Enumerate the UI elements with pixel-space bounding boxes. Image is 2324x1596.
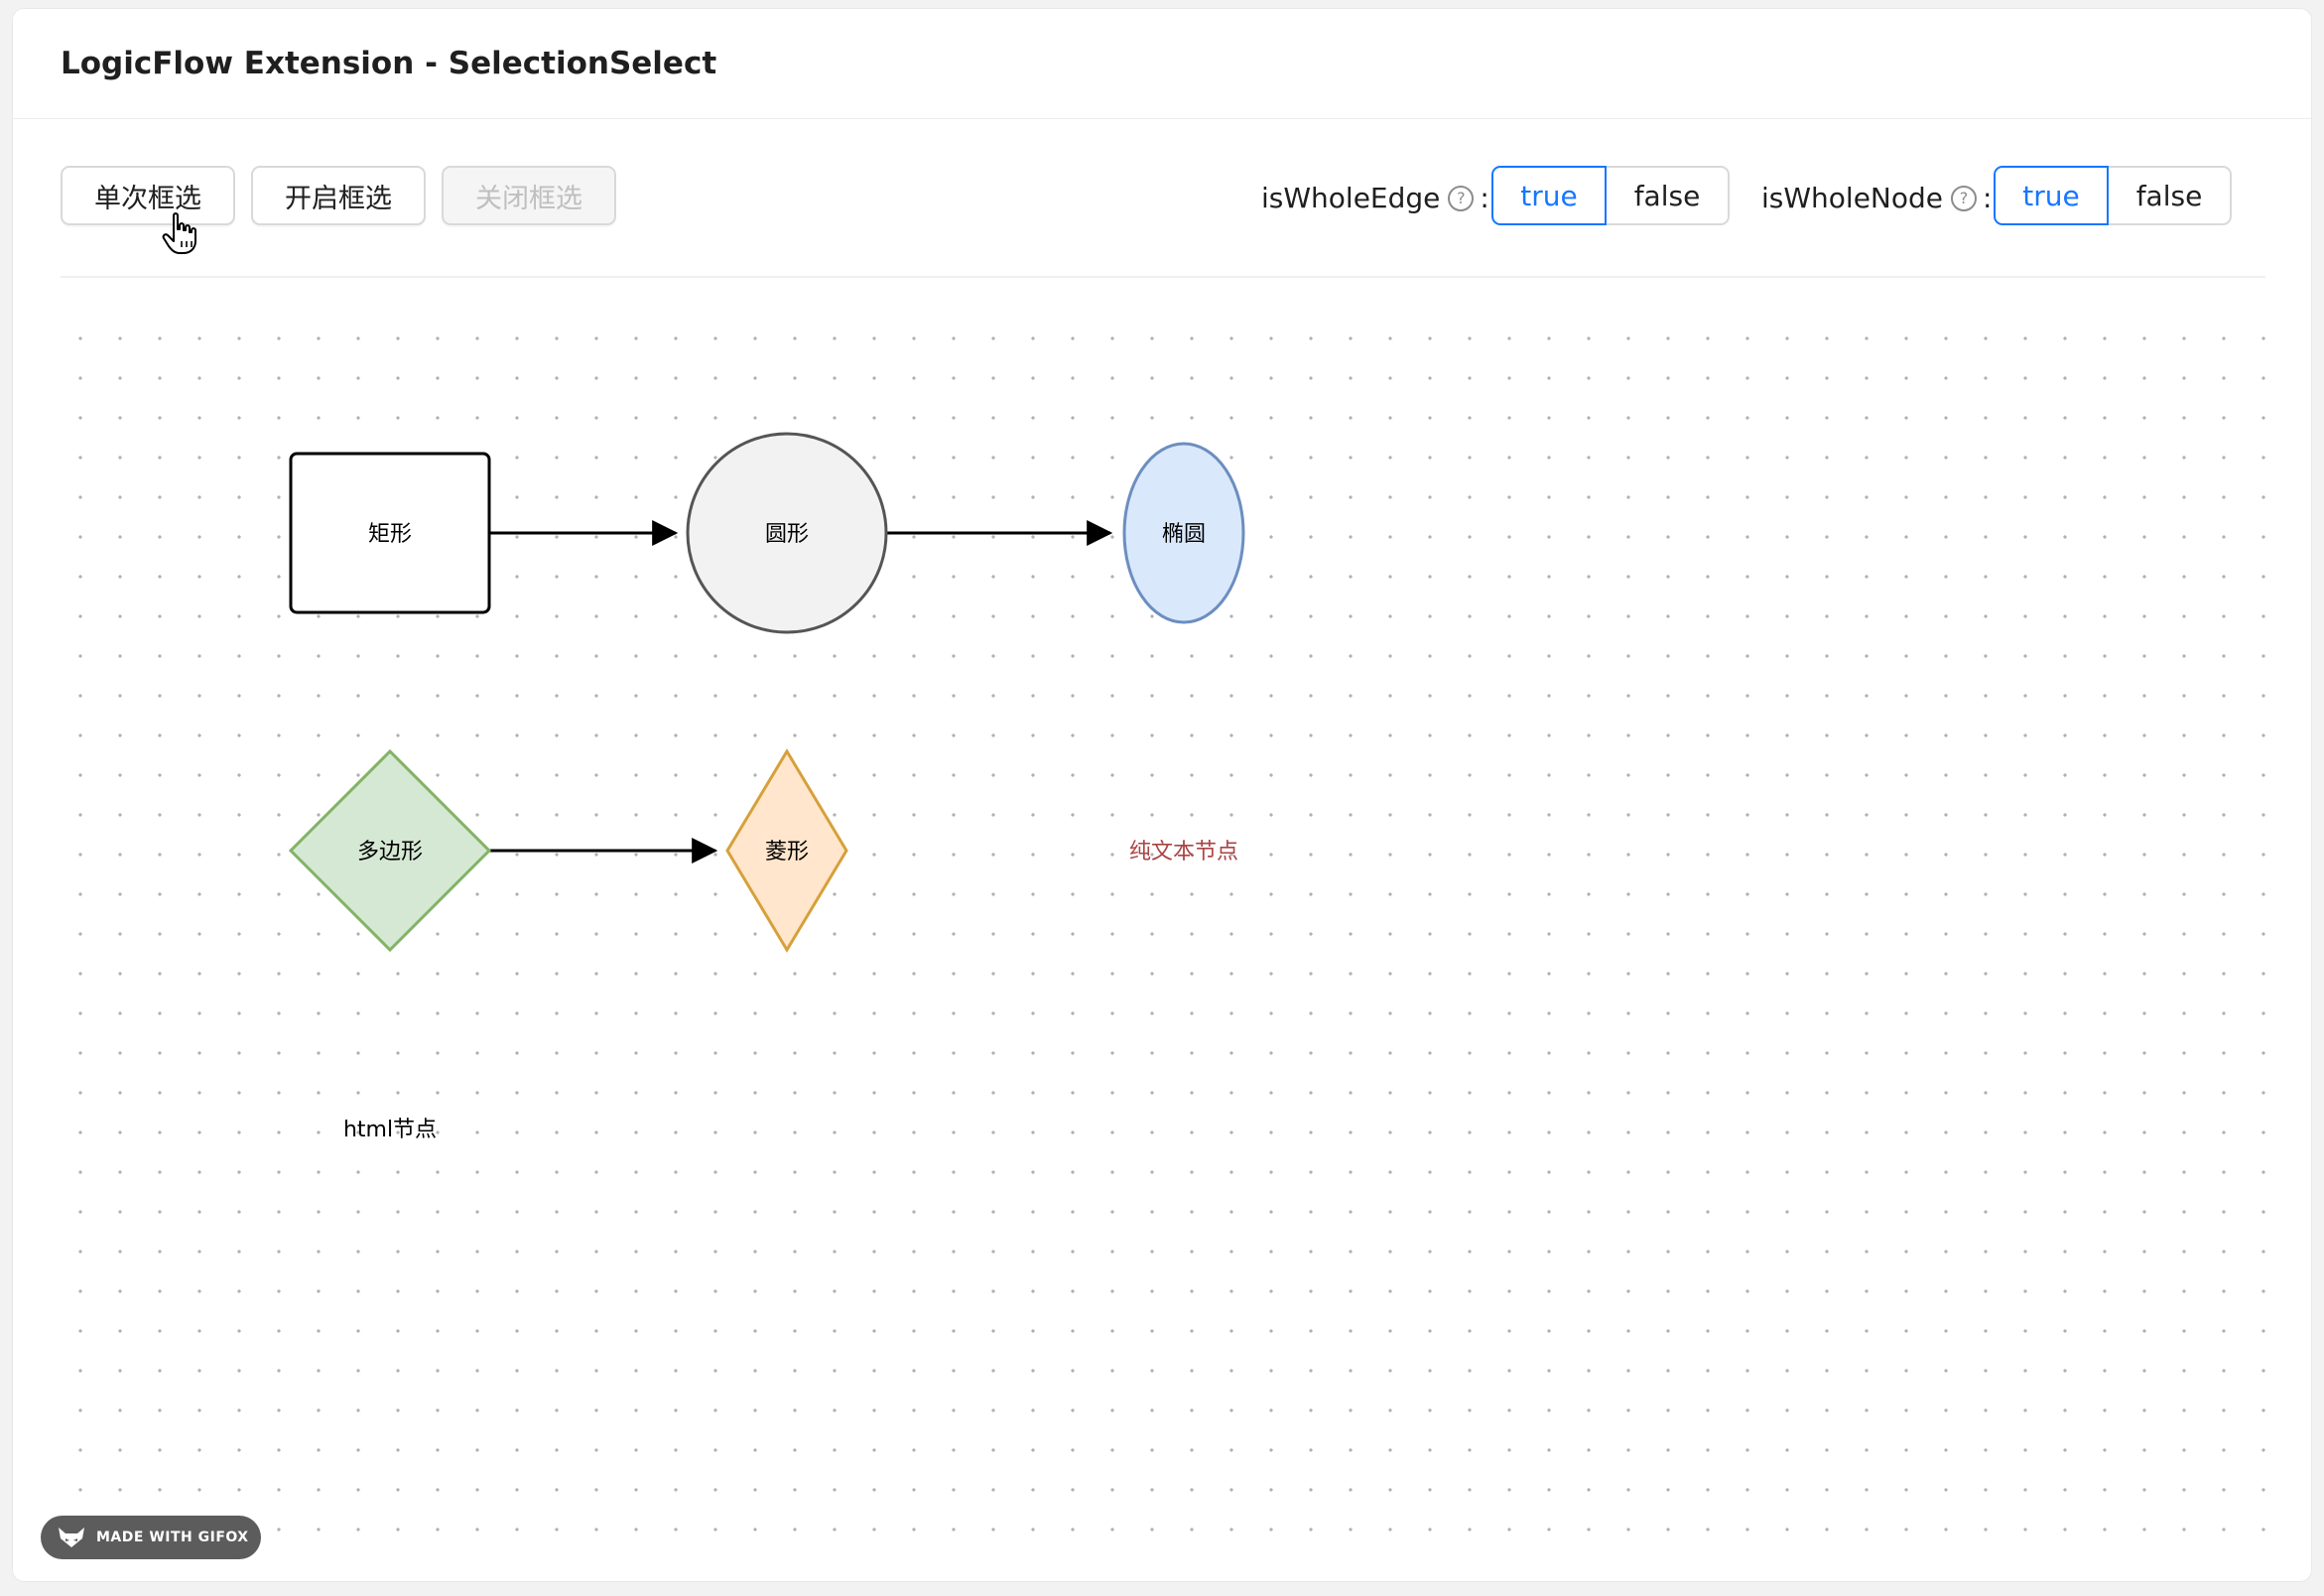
gifox-badge: MADE WITH GIFOX <box>41 1516 261 1559</box>
diamond-node[interactable]: 菱形 <box>725 748 848 953</box>
graph-canvas[interactable]: 矩形 圆形 椭圆 多边形 菱形 纯文本节点 html节点 <box>61 319 2273 1539</box>
diamond-node-label: 菱形 <box>765 840 809 864</box>
card-header: LogicFlow Extension - SelectionSelect <box>13 9 2311 119</box>
fox-logo-icon <box>59 1528 84 1547</box>
polygon-node-label: 多边形 <box>357 840 423 864</box>
is-whole-node-label: isWholeNode <box>1761 182 1944 214</box>
is-whole-node-label-group: isWholeNode ? : <box>1761 182 1992 214</box>
question-circle-icon[interactable]: ? <box>1951 185 1978 211</box>
page-title: LogicFlow Extension - SelectionSelect <box>61 46 717 81</box>
is-whole-edge-toggle: true false <box>1491 166 1730 225</box>
is-whole-edge-label-group: isWholeEdge ? : <box>1261 182 1489 214</box>
is-whole-node-toggle: true false <box>1994 166 2232 225</box>
html-node-label: html节点 <box>343 1118 437 1142</box>
is-whole-node-true-option[interactable]: true <box>1994 166 2109 225</box>
open-selection-button[interactable]: 开启框选 <box>251 166 426 225</box>
text-node[interactable]: 纯文本节点 <box>1129 840 1238 864</box>
single-selection-button[interactable]: 单次框选 <box>61 166 235 225</box>
is-whole-edge-true-option[interactable]: true <box>1491 166 1607 225</box>
rect-node-label: 矩形 <box>368 522 412 547</box>
is-whole-edge-false-option[interactable]: false <box>1607 166 1730 225</box>
is-whole-edge-colon: : <box>1480 182 1489 214</box>
main-card: LogicFlow Extension - SelectionSelect 单次… <box>12 8 2312 1582</box>
polygon-node[interactable]: 多边形 <box>288 748 492 953</box>
ellipse-node-label: 椭圆 <box>1162 522 1206 547</box>
is-whole-node-false-option[interactable]: false <box>2109 166 2232 225</box>
gifox-badge-text: MADE WITH GIFOX <box>96 1530 249 1545</box>
circle-node-label: 圆形 <box>765 522 809 547</box>
rect-node[interactable]: 矩形 <box>289 452 491 614</box>
toolbar-divider <box>61 276 2265 278</box>
circle-node[interactable]: 圆形 <box>686 432 888 634</box>
hand-pointer-cursor-icon <box>162 212 196 254</box>
text-node-label: 纯文本节点 <box>1129 840 1238 864</box>
close-selection-button[interactable]: 关闭框选 <box>442 166 616 225</box>
html-node[interactable]: html节点 <box>343 1118 437 1142</box>
is-whole-edge-label: isWholeEdge <box>1261 182 1441 214</box>
is-whole-node-colon: : <box>1983 182 1993 214</box>
question-circle-icon[interactable]: ? <box>1448 185 1475 211</box>
ellipse-node[interactable]: 椭圆 <box>1122 442 1245 624</box>
graph-svg: 矩形 圆形 椭圆 多边形 菱形 纯文本节点 html节点 <box>288 432 1245 1142</box>
